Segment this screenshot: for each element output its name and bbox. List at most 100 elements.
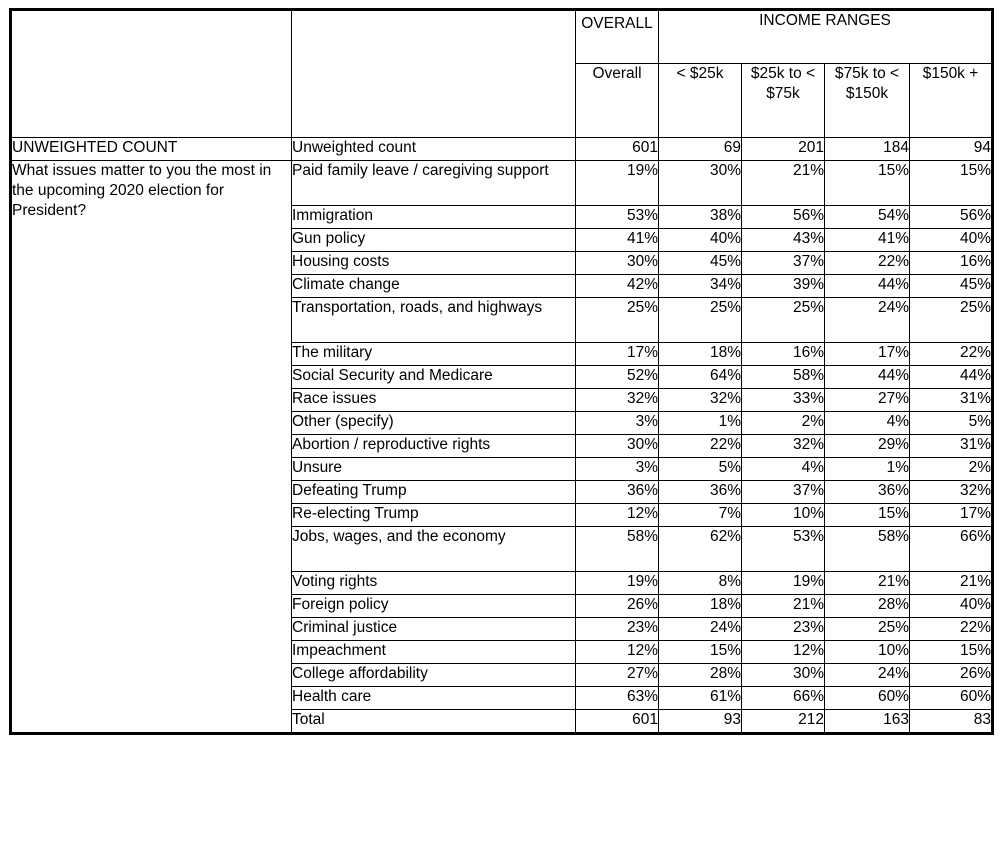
cell-lt-25k: 7% bbox=[658, 503, 742, 527]
cell-lt-25k: 64% bbox=[658, 365, 742, 389]
cell-25k-75k: 32% bbox=[741, 434, 825, 458]
cell-150k-plus: 5% bbox=[908, 411, 994, 435]
cell-25k-75k: 56% bbox=[741, 205, 825, 229]
row-label: College affordability bbox=[291, 663, 576, 687]
row-label: Other (specify) bbox=[291, 411, 576, 435]
row-label: Abortion / reproductive rights bbox=[291, 434, 576, 458]
cell-lt-25k: 36% bbox=[658, 480, 742, 504]
cell-150k-plus: 45% bbox=[908, 274, 994, 298]
cell-150k-plus: 2% bbox=[908, 457, 994, 481]
cell-lt-25k: 30% bbox=[658, 160, 742, 206]
cell-overall: 26% bbox=[575, 594, 659, 618]
header-col-150k-plus: $150k + bbox=[908, 63, 994, 138]
row-label: Criminal justice bbox=[291, 617, 576, 641]
cell-75k-150k: 15% bbox=[824, 160, 910, 206]
cell-overall: 19% bbox=[575, 160, 659, 206]
cell-25k-75k: 58% bbox=[741, 365, 825, 389]
cell-overall: 17% bbox=[575, 342, 659, 366]
cell-25k-75k: 212 bbox=[741, 709, 825, 734]
cell-150k-plus: 94 bbox=[908, 137, 994, 161]
cell-75k-150k: 1% bbox=[824, 457, 910, 481]
crosstab-table: OVERALL INCOME RANGES Overall < $25k $25… bbox=[9, 8, 995, 735]
cell-overall: 601 bbox=[575, 709, 659, 734]
cell-150k-plus: 26% bbox=[908, 663, 994, 687]
crosstab-sheet: OVERALL INCOME RANGES Overall < $25k $25… bbox=[0, 0, 1000, 841]
cell-75k-150k: 36% bbox=[824, 480, 910, 504]
cell-150k-plus: 66% bbox=[908, 526, 994, 572]
cell-overall: 36% bbox=[575, 480, 659, 504]
row-label: Immigration bbox=[291, 205, 576, 229]
cell-overall: 25% bbox=[575, 297, 659, 343]
row-label: Housing costs bbox=[291, 251, 576, 275]
row-label: Paid family leave / caregiving support bbox=[291, 160, 576, 206]
cell-25k-75k: 19% bbox=[741, 571, 825, 595]
cell-overall: 41% bbox=[575, 228, 659, 252]
cell-lt-25k: 18% bbox=[658, 594, 742, 618]
cell-lt-25k: 5% bbox=[658, 457, 742, 481]
cell-75k-150k: 4% bbox=[824, 411, 910, 435]
cell-25k-75k: 21% bbox=[741, 594, 825, 618]
row-label: Race issues bbox=[291, 388, 576, 412]
cell-lt-25k: 38% bbox=[658, 205, 742, 229]
cell-150k-plus: 21% bbox=[908, 571, 994, 595]
header-group-overall: OVERALL bbox=[575, 9, 659, 64]
cell-25k-75k: 21% bbox=[741, 160, 825, 206]
cell-overall: 27% bbox=[575, 663, 659, 687]
row-label: Health care bbox=[291, 686, 576, 710]
cell-25k-75k: 16% bbox=[741, 342, 825, 366]
header-col-lt-25k: < $25k bbox=[658, 63, 742, 138]
table-body: UNWEIGHTED COUNT Unweighted count 601 69… bbox=[10, 137, 994, 734]
cell-150k-plus: 40% bbox=[908, 594, 994, 618]
cell-75k-150k: 44% bbox=[824, 274, 910, 298]
cell-overall: 30% bbox=[575, 434, 659, 458]
table-row-unweighted-count: UNWEIGHTED COUNT Unweighted count 601 69… bbox=[10, 137, 994, 161]
header-group-row: OVERALL INCOME RANGES bbox=[10, 9, 994, 138]
header-col-overall: Overall bbox=[575, 63, 659, 138]
cell-lt-25k: 1% bbox=[658, 411, 742, 435]
cell-overall: 32% bbox=[575, 388, 659, 412]
cell-150k-plus: 31% bbox=[908, 388, 994, 412]
cell-lt-25k: 18% bbox=[658, 342, 742, 366]
cell-overall: 42% bbox=[575, 274, 659, 298]
cell-75k-150k: 17% bbox=[824, 342, 910, 366]
cell-overall: 3% bbox=[575, 411, 659, 435]
cell-lt-25k: 69 bbox=[658, 137, 742, 161]
cell-25k-75k: 2% bbox=[741, 411, 825, 435]
cell-25k-75k: 23% bbox=[741, 617, 825, 641]
cell-overall: 3% bbox=[575, 457, 659, 481]
cell-75k-150k: 41% bbox=[824, 228, 910, 252]
cell-25k-75k: 66% bbox=[741, 686, 825, 710]
cell-25k-75k: 37% bbox=[741, 251, 825, 275]
cell-overall: 12% bbox=[575, 640, 659, 664]
cell-overall: 52% bbox=[575, 365, 659, 389]
row-label: Re-electing Trump bbox=[291, 503, 576, 527]
row-label: Foreign policy bbox=[291, 594, 576, 618]
row-label: Unsure bbox=[291, 457, 576, 481]
cell-overall: 53% bbox=[575, 205, 659, 229]
cell-150k-plus: 40% bbox=[908, 228, 994, 252]
header-corner-blank bbox=[10, 9, 292, 138]
cell-75k-150k: 44% bbox=[824, 365, 910, 389]
cell-25k-75k: 25% bbox=[741, 297, 825, 343]
cell-75k-150k: 10% bbox=[824, 640, 910, 664]
cell-150k-plus: 60% bbox=[908, 686, 994, 710]
section-header-unweighted-count: UNWEIGHTED COUNT bbox=[10, 137, 292, 161]
cell-150k-plus: 25% bbox=[908, 297, 994, 343]
cell-lt-25k: 25% bbox=[658, 297, 742, 343]
cell-25k-75k: 37% bbox=[741, 480, 825, 504]
cell-lt-25k: 24% bbox=[658, 617, 742, 641]
cell-lt-25k: 40% bbox=[658, 228, 742, 252]
header-col-75k-150k: $75k to < $150k bbox=[824, 63, 910, 138]
cell-lt-25k: 15% bbox=[658, 640, 742, 664]
table-row: What issues matter to you the most in th… bbox=[10, 160, 994, 734]
row-label: Transportation, roads, and highways bbox=[291, 297, 576, 343]
cell-25k-75k: 53% bbox=[741, 526, 825, 572]
header-col-25k-75k: $25k to < $75k bbox=[741, 63, 825, 138]
question-cell: What issues matter to you the most in th… bbox=[10, 160, 292, 734]
cell-lt-25k: 32% bbox=[658, 388, 742, 412]
table-header: OVERALL INCOME RANGES Overall < $25k $25… bbox=[10, 9, 994, 138]
cell-overall: 30% bbox=[575, 251, 659, 275]
cell-75k-150k: 60% bbox=[824, 686, 910, 710]
cell-150k-plus: 56% bbox=[908, 205, 994, 229]
row-label: Jobs, wages, and the economy bbox=[291, 526, 576, 572]
